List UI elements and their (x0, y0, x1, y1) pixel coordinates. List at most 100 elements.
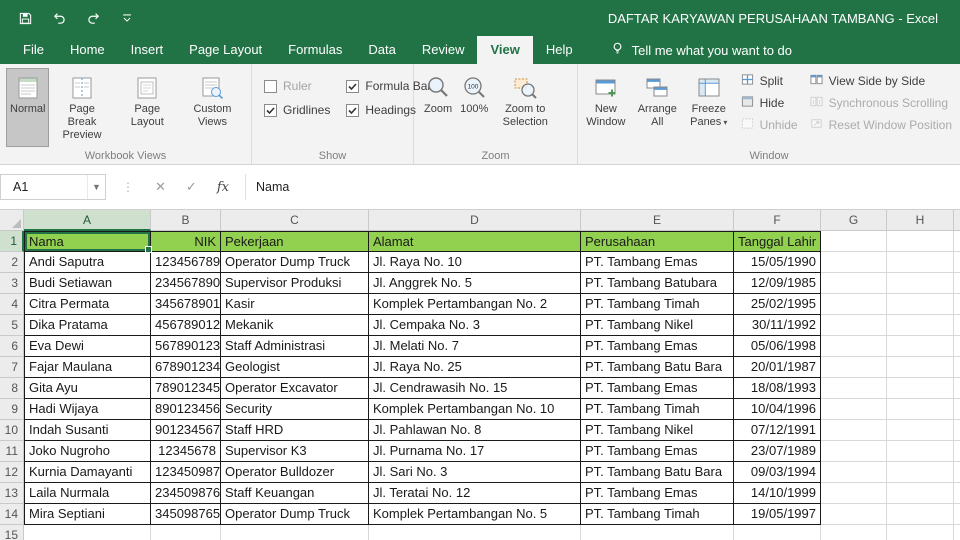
cell-E5[interactable]: PT. Tambang Nikel (581, 315, 734, 336)
undo-icon[interactable] (50, 9, 68, 27)
cell-D8[interactable]: Jl. Cendrawasih No. 15 (369, 378, 581, 399)
cell-F5[interactable]: 30/11/1992 (734, 315, 821, 336)
column-header-B[interactable]: B (151, 210, 221, 231)
cell-B5[interactable]: 456789012 (151, 315, 221, 336)
cell-B7[interactable]: 678901234 (151, 357, 221, 378)
cell-H12[interactable] (887, 462, 954, 483)
cell-B13[interactable]: 234509876 (151, 483, 221, 504)
cell-A8[interactable]: Gita Ayu (24, 378, 151, 399)
cell-D9[interactable]: Komplek Pertambangan No. 10 (369, 399, 581, 420)
cell-D11[interactable]: Jl. Purnama No. 17 (369, 441, 581, 462)
cell-X14[interactable] (954, 504, 960, 525)
cell-D2[interactable]: Jl. Raya No. 10 (369, 252, 581, 273)
zoom-button[interactable]: Zoom (420, 68, 456, 147)
tab-file[interactable]: File (10, 36, 57, 64)
name-box-caret-icon[interactable]: ▼ (87, 175, 105, 199)
cell-A11[interactable]: Joko Nugroho (24, 441, 151, 462)
ruler-checkbox[interactable]: Ruler (264, 79, 330, 93)
cell-E10[interactable]: PT. Tambang Nikel (581, 420, 734, 441)
cell-B2[interactable]: 123456789 (151, 252, 221, 273)
cell-A6[interactable]: Eva Dewi (24, 336, 151, 357)
cell-E15[interactable] (581, 525, 734, 540)
cell-H8[interactable] (887, 378, 954, 399)
cell-F1[interactable]: Tanggal Lahir (734, 231, 821, 252)
cell-H5[interactable] (887, 315, 954, 336)
arrange-all-button[interactable]: Arrange All (634, 68, 681, 147)
synchronous-scrolling-button[interactable]: Synchronous Scrolling (806, 94, 956, 112)
cell-C2[interactable]: Operator Dump Truck (221, 252, 369, 273)
cell-C15[interactable] (221, 525, 369, 540)
cell-D7[interactable]: Jl. Raya No. 25 (369, 357, 581, 378)
cell-G13[interactable] (821, 483, 887, 504)
cell-D6[interactable]: Jl. Melati No. 7 (369, 336, 581, 357)
cell-G6[interactable] (821, 336, 887, 357)
cell-D14[interactable]: Komplek Pertambangan No. 5 (369, 504, 581, 525)
cell-H2[interactable] (887, 252, 954, 273)
cell-X4[interactable] (954, 294, 960, 315)
row-header-11[interactable]: 11 (0, 441, 24, 462)
cell-G15[interactable] (821, 525, 887, 540)
cell-H9[interactable] (887, 399, 954, 420)
cell-E2[interactable]: PT. Tambang Emas (581, 252, 734, 273)
cell-B1[interactable]: NIK (151, 231, 221, 252)
cell-E6[interactable]: PT. Tambang Emas (581, 336, 734, 357)
row-header-2[interactable]: 2 (0, 252, 24, 273)
cell-F6[interactable]: 05/06/1998 (734, 336, 821, 357)
cell-E8[interactable]: PT. Tambang Emas (581, 378, 734, 399)
cell-C7[interactable]: Geologist (221, 357, 369, 378)
cell-E11[interactable]: PT. Tambang Emas (581, 441, 734, 462)
view-side-by-side-button[interactable]: View Side by Side (806, 72, 956, 90)
cell-F3[interactable]: 12/09/1985 (734, 273, 821, 294)
cell-C4[interactable]: Kasir (221, 294, 369, 315)
cell-H14[interactable] (887, 504, 954, 525)
tab-insert[interactable]: Insert (118, 36, 177, 64)
normal-view-button[interactable]: Normal (6, 68, 50, 147)
row-header-3[interactable]: 3 (0, 273, 24, 294)
insert-function-icon[interactable]: fx (217, 180, 229, 195)
cell-X1[interactable] (954, 231, 960, 252)
column-header-D[interactable]: D (369, 210, 581, 231)
cell-F11[interactable]: 23/07/1989 (734, 441, 821, 462)
column-header-F[interactable]: F (734, 210, 821, 231)
cell-G10[interactable] (821, 420, 887, 441)
cell-X10[interactable] (954, 420, 960, 441)
name-box[interactable]: A1 ▼ (0, 174, 106, 200)
cell-B9[interactable]: 890123456 (151, 399, 221, 420)
cell-C3[interactable]: Supervisor Produksi (221, 273, 369, 294)
tab-formulas[interactable]: Formulas (275, 36, 355, 64)
cell-A10[interactable]: Indah Susanti (24, 420, 151, 441)
cell-E14[interactable]: PT. Tambang Timah (581, 504, 734, 525)
cell-X3[interactable] (954, 273, 960, 294)
cell-F10[interactable]: 07/12/1991 (734, 420, 821, 441)
cell-X11[interactable] (954, 441, 960, 462)
row-header-15[interactable]: 15 (0, 525, 24, 540)
cell-G14[interactable] (821, 504, 887, 525)
page-break-preview-button[interactable]: Page Break Preview (49, 68, 114, 147)
cell-E3[interactable]: PT. Tambang Batubara (581, 273, 734, 294)
cell-B12[interactable]: 123450987 (151, 462, 221, 483)
cell-G9[interactable] (821, 399, 887, 420)
cell-G8[interactable] (821, 378, 887, 399)
cell-E4[interactable]: PT. Tambang Timah (581, 294, 734, 315)
cell-H3[interactable] (887, 273, 954, 294)
tab-data[interactable]: Data (355, 36, 408, 64)
cell-G5[interactable] (821, 315, 887, 336)
cell-B15[interactable] (151, 525, 221, 540)
cell-D13[interactable]: Jl. Teratai No. 12 (369, 483, 581, 504)
row-header-13[interactable]: 13 (0, 483, 24, 504)
row-header-6[interactable]: 6 (0, 336, 24, 357)
column-header-G[interactable]: G (821, 210, 887, 231)
cell-C1[interactable]: Pekerjaan (221, 231, 369, 252)
cell-H15[interactable] (887, 525, 954, 540)
column-header-E[interactable]: E (581, 210, 734, 231)
cell-A3[interactable]: Budi Setiawan (24, 273, 151, 294)
cell-C9[interactable]: Security (221, 399, 369, 420)
custom-views-button[interactable]: Custom Views (180, 68, 245, 147)
cell-D12[interactable]: Jl. Sari No. 3 (369, 462, 581, 483)
cell-C10[interactable]: Staff HRD (221, 420, 369, 441)
cell-G12[interactable] (821, 462, 887, 483)
cell-G7[interactable] (821, 357, 887, 378)
tab-page-layout[interactable]: Page Layout (176, 36, 275, 64)
hide-button[interactable]: Hide (737, 94, 802, 112)
cell-C12[interactable]: Operator Bulldozer (221, 462, 369, 483)
